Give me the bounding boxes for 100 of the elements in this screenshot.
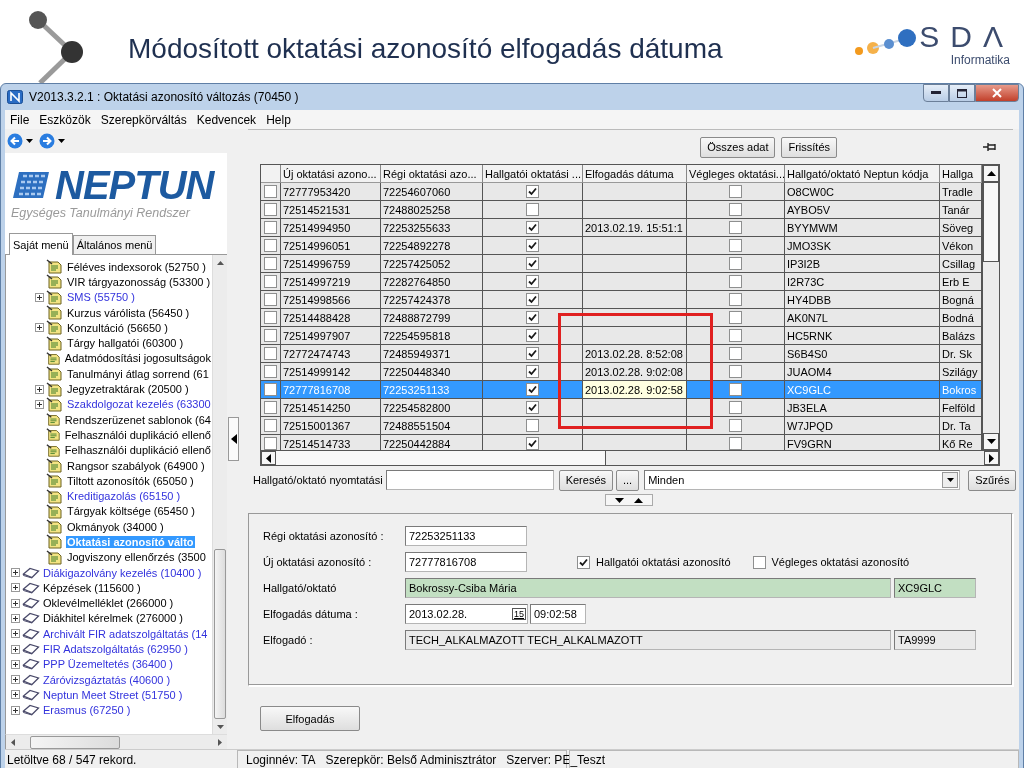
toolbar-button[interactable]: Összes adat bbox=[700, 136, 776, 158]
checkbox[interactable] bbox=[729, 257, 742, 270]
tree-item[interactable]: Tiltott azonosítók (65050 ) bbox=[66, 474, 195, 487]
column-header[interactable]: Új oktatási azono... bbox=[281, 165, 381, 183]
table-row[interactable]: 72514488428 72488872799 AK0N7L Bodná bbox=[261, 309, 982, 327]
checkbox[interactable] bbox=[526, 437, 539, 450]
tree-item[interactable]: Archivált FIR adatszolgáltatás (14 bbox=[42, 627, 209, 640]
panel-toggle[interactable] bbox=[605, 494, 653, 506]
table-row[interactable]: 72514996051 72254892278 JMO3SK Vékon bbox=[261, 237, 982, 255]
table-row[interactable]: 72514994950 72253255633 2013.02.19. 15:51:1 BYYMWM Söveg bbox=[261, 219, 982, 237]
tree-item[interactable]: Tárgyak költsége (65450 ) bbox=[66, 505, 196, 518]
column-header[interactable]: Végleges oktatási... bbox=[687, 165, 785, 183]
row-checkbox[interactable] bbox=[264, 437, 277, 450]
column-header[interactable]: Régi oktatási azo... bbox=[381, 165, 483, 183]
filter-dropdown[interactable]: Minden bbox=[644, 470, 961, 490]
row-checkbox[interactable] bbox=[264, 275, 277, 288]
checkbox[interactable] bbox=[729, 365, 742, 378]
search-button[interactable]: Keresés bbox=[558, 469, 613, 491]
close-button[interactable] bbox=[975, 84, 1019, 102]
tree-item[interactable]: Szakdolgozat kezelés (63300 bbox=[66, 398, 212, 411]
menu-item[interactable]: Szerepkörváltás bbox=[95, 112, 192, 127]
row-checkbox[interactable] bbox=[264, 419, 277, 432]
checkbox[interactable] bbox=[526, 329, 539, 342]
scrollbar[interactable] bbox=[261, 450, 999, 465]
expand-icon[interactable] bbox=[34, 384, 44, 394]
more-button[interactable]: ... bbox=[616, 469, 640, 491]
tree-item[interactable]: Neptun Meet Street (51750 ) bbox=[42, 688, 184, 701]
tree-item[interactable]: Okmányok (34000 ) bbox=[66, 520, 165, 533]
checkbox[interactable] bbox=[526, 239, 539, 252]
tree-item[interactable]: Felhasználói duplikáció ellenő bbox=[63, 444, 212, 457]
checkbox[interactable] bbox=[729, 329, 742, 342]
tree-item[interactable]: Féléves indexsorok (52750 ) bbox=[66, 260, 207, 273]
row-checkbox[interactable] bbox=[264, 401, 277, 414]
pin-icon[interactable] bbox=[983, 141, 997, 153]
maximize-button[interactable] bbox=[949, 84, 975, 102]
checkbox[interactable] bbox=[526, 275, 539, 288]
table-row[interactable]: 72514999142 72250448340 2013.02.28. 9:02:08 JUAOM4 Szilágy bbox=[261, 363, 982, 381]
checkbox[interactable] bbox=[526, 293, 539, 306]
tree-item[interactable]: Diákigazolvány kezelés (10400 ) bbox=[42, 566, 203, 579]
tree-item[interactable]: Oklevélmelléklet (266000 ) bbox=[42, 597, 175, 610]
checkbox[interactable] bbox=[729, 203, 742, 216]
checkbox[interactable] bbox=[729, 437, 742, 450]
table-row[interactable]: 72515001367 72488551504 W7JPQD Dr. Ta bbox=[261, 417, 982, 435]
expand-icon[interactable] bbox=[10, 583, 20, 593]
minimize-button[interactable] bbox=[923, 84, 949, 102]
row-checkbox[interactable] bbox=[264, 239, 277, 252]
checkbox[interactable] bbox=[526, 347, 539, 360]
tree-item[interactable]: PPP Üzemeltetés (36400 ) bbox=[42, 658, 175, 671]
menu-item[interactable]: Eszközök bbox=[34, 112, 96, 127]
search-field[interactable] bbox=[385, 470, 554, 490]
date-field[interactable]: 2013.02.28. 15 bbox=[405, 604, 528, 624]
tree-item[interactable]: Jegyzetraktárak (20500 ) bbox=[66, 383, 190, 395]
row-checkbox[interactable] bbox=[264, 383, 277, 396]
row-checkbox[interactable] bbox=[264, 365, 277, 378]
table-row[interactable]: 72514521531 72488025258 AYBO5V Tanár bbox=[261, 201, 982, 219]
row-checkbox[interactable] bbox=[264, 185, 277, 198]
checkbox[interactable] bbox=[729, 383, 742, 396]
expand-icon[interactable] bbox=[34, 292, 44, 302]
tree-item[interactable]: Kreditigazolás (65150 ) bbox=[66, 490, 182, 503]
tree-item[interactable]: Diákhitel kérelmek (276000 ) bbox=[42, 612, 184, 625]
back-button[interactable] bbox=[7, 133, 33, 149]
tree-item[interactable]: Záróvizsgáztatás (40600 ) bbox=[42, 673, 172, 686]
tree-item[interactable]: VIR tárgyazonosság (53300 ) bbox=[66, 275, 212, 288]
checkbox[interactable] bbox=[526, 401, 539, 414]
id-field[interactable]: 72253251133 bbox=[405, 526, 527, 546]
row-checkbox[interactable] bbox=[264, 347, 277, 360]
table-row[interactable]: 72514997219 72282764850 I2R73C Erb E bbox=[261, 273, 982, 291]
expand-icon[interactable] bbox=[34, 399, 44, 409]
tab[interactable]: Általános menü bbox=[72, 235, 157, 254]
column-header[interactable]: Hallga bbox=[940, 165, 982, 183]
checkbox[interactable] bbox=[729, 293, 742, 306]
checkbox[interactable] bbox=[729, 347, 742, 360]
checkbox[interactable] bbox=[729, 275, 742, 288]
checkbox[interactable] bbox=[752, 555, 766, 569]
tree-item[interactable]: Tanulmányi átlag sorrend (61 bbox=[66, 367, 210, 380]
menu-item[interactable]: Kedvencek bbox=[191, 112, 262, 127]
expand-icon[interactable] bbox=[10, 629, 20, 639]
tree-item[interactable]: Tárgy hallgatói (60300 ) bbox=[66, 337, 185, 350]
checkbox[interactable] bbox=[577, 555, 590, 569]
collapse-button[interactable] bbox=[228, 417, 239, 461]
expand-icon[interactable] bbox=[10, 675, 20, 685]
toolbar-button[interactable]: Frissítés bbox=[781, 136, 837, 158]
filter-button[interactable]: Szűrés bbox=[968, 469, 1017, 491]
table-row[interactable]: 72514997907 72254595818 HC5RNK Balázs bbox=[261, 327, 982, 345]
table-row[interactable]: 72514998566 72257424378 HY4DBB Bogná bbox=[261, 291, 982, 309]
table-row[interactable]: 72777953420 72254607060 O8CW0C Tradle bbox=[261, 183, 982, 201]
checkbox[interactable] bbox=[526, 365, 539, 378]
checkbox[interactable] bbox=[526, 311, 539, 324]
expand-icon[interactable] bbox=[10, 659, 20, 669]
tree-item[interactable]: Felhasználói duplikáció ellenő bbox=[63, 428, 212, 441]
checkbox[interactable] bbox=[729, 311, 742, 324]
row-checkbox[interactable] bbox=[264, 329, 277, 342]
tree-item[interactable]: Jogviszony ellenőrzés (3500 bbox=[66, 551, 207, 564]
checkbox[interactable] bbox=[526, 221, 539, 234]
checkbox[interactable] bbox=[729, 239, 742, 252]
column-header[interactable]: Elfogadás dátuma bbox=[583, 165, 687, 183]
scrollbar[interactable] bbox=[982, 165, 999, 450]
column-header[interactable]: Hallgatói oktatási ... bbox=[483, 165, 583, 183]
checkbox[interactable] bbox=[526, 257, 539, 270]
tree-item[interactable]: Kurzus várólista (56450 ) bbox=[66, 306, 191, 319]
